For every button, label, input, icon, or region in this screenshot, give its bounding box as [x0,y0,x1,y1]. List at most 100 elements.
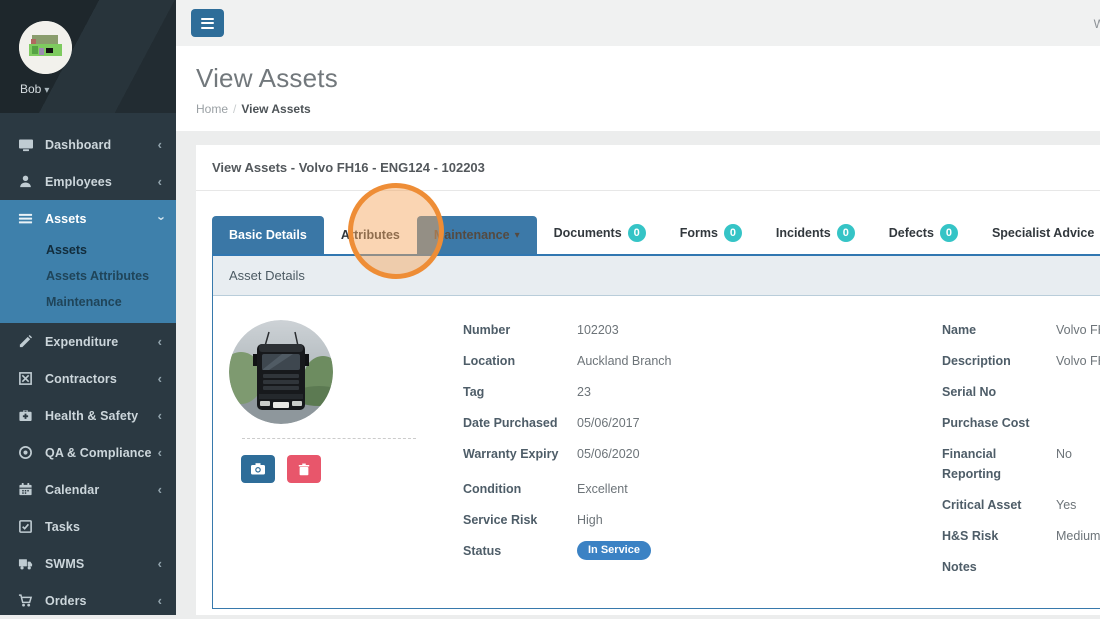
sidebar-nav: Dashboard ‹ Employees ‹ Assets ‹ Assets Assets … [0,113,176,619]
field-label: Condition [463,482,522,496]
tab-label: Defects [888,226,934,240]
person-icon [18,174,34,190]
field-value: Yes [1056,498,1077,512]
panel-spacer [212,609,1100,615]
asset-card: View Assets - Volvo FH16 - ENG124 - 1022… [196,145,1100,615]
field-value: Volvo FH16 [1056,323,1100,337]
sidebar-item-orders[interactable]: Orders ‹ [0,582,176,619]
field-value: No [1056,447,1072,461]
field-value: 05/06/2020 [577,447,640,461]
field-label: Financial Reporting [942,447,1002,481]
photo-actions [241,455,463,483]
breadcrumb-current: View Assets [241,102,311,116]
pencil-icon [18,334,34,350]
monitor-icon [18,137,34,153]
field-value: 102203 [577,323,619,337]
field-label: Serial No [942,385,997,399]
tabs-wrap: Basic Details Attributes Maintenance ▾ Docum… [196,191,1100,615]
sidebar-item-label: Expenditure [45,334,119,349]
tab-documents[interactable]: Documents 0 [537,212,663,254]
field-row-status: Status In Service [463,541,942,561]
asset-details-body: Number 102203 Location Auckland Branch Tag 23… [213,296,1100,608]
sidebar: Bob ▾ Dashboard ‹ Employees ‹ Assets ‹ Assets As… [0,0,176,615]
field-row-warranty-expiry: Warranty Expiry 05/06/2020 [463,444,942,464]
caret-down-icon: ▾ [514,229,520,241]
field-row-financial-reporting: Financial Reporting No [942,444,1100,484]
delete-photo-button[interactable] [287,455,321,483]
content: View Assets - Volvo FH16 - ENG124 - 1022… [176,131,1100,615]
chevron-left-icon: ‹ [157,334,162,349]
tab-forms[interactable]: Forms 0 [663,212,759,254]
field-row-description: Description Volvo FH16 [942,351,1100,371]
field-value: Volvo FH16 [1056,354,1100,368]
breadcrumb-home-link[interactable]: Home [196,102,228,116]
user-avatar[interactable] [19,21,72,74]
sidebar-subitem-assets[interactable]: Assets [0,237,176,263]
field-row-serial-no: Serial No [942,382,1100,402]
sidebar-item-assets[interactable]: Assets ‹ [0,200,176,237]
chevron-down-icon: ▾ [44,85,50,96]
breadcrumb: Home / View Assets [196,102,1080,116]
chevron-left-icon: ‹ [157,556,162,571]
chevron-left-icon: ‹ [157,174,162,189]
tab-count-badge: 0 [836,224,855,242]
field-row-notes: Notes [942,557,1100,577]
upload-photo-button[interactable] [241,455,275,483]
field-label: Service Risk [463,513,538,527]
sidebar-header: Bob ▾ [0,0,176,113]
chevron-left-icon: ‹ [157,371,162,386]
field-label: Critical Asset [942,498,1022,512]
chevron-left-icon: ‹ [157,482,162,497]
sidebar-item-dashboard[interactable]: Dashboard ‹ [0,126,176,163]
sidebar-item-employees[interactable]: Employees ‹ [0,163,176,200]
field-label: Status [463,544,502,558]
sidebar-item-label: Contractors [45,371,117,386]
asset-fields-left: Number 102203 Location Auckland Branch Tag 23… [463,320,942,572]
cart-icon [18,593,34,609]
tab-defects[interactable]: Defects 0 [872,212,975,254]
topbar: W [176,0,1100,46]
sidebar-subitem-maintenance[interactable]: Maintenance [0,289,176,315]
sidebar-toggle-button[interactable] [191,9,224,37]
medkit-icon [18,408,34,424]
tab-label: Maintenance [433,228,510,242]
tab-label: Specialist Advice [991,226,1095,240]
tab-specialist-advice[interactable]: Specialist Advice0 [975,212,1100,254]
sidebar-item-label: SWMS [45,556,85,571]
trash-icon [298,463,310,475]
chevron-left-icon: ‹ [157,445,162,460]
sidebar-item-label: Calendar [45,482,100,497]
field-row-purchase-cost: Purchase Cost [942,413,1100,433]
tab-label: Documents [553,226,622,240]
target-icon [18,445,34,461]
user-menu[interactable]: Bob ▾ [20,82,49,96]
sidebar-item-swms[interactable]: SWMS ‹ [0,545,176,582]
tab-basic-details[interactable]: Basic Details [212,216,324,254]
sidebar-item-contractors[interactable]: Contractors ‹ [0,360,176,397]
field-row-tag: Tag 23 [463,382,942,402]
calendar-icon [18,482,34,498]
page-header: View Assets Home / View Assets [176,46,1100,131]
sidebar-item-label: Dashboard [45,137,112,152]
sidebar-item-tasks[interactable]: Tasks [0,508,176,545]
sidebar-item-expenditure[interactable]: Expenditure ‹ [0,323,176,360]
tab-incidents[interactable]: Incidents 0 [759,212,872,254]
sidebar-item-health-safety[interactable]: Health & Safety ‹ [0,397,176,434]
box-x-icon [18,371,34,387]
sidebar-item-qa-compliance[interactable]: QA & Compliance ‹ [0,434,176,471]
tab-attributes[interactable]: Attributes [324,216,417,254]
sidebar-subitem-assets-attributes[interactable]: Assets Attributes [0,263,176,289]
sidebar-item-label: Employees [45,174,112,189]
asset-photo-column [229,320,463,483]
tab-label: Basic Details [229,228,307,242]
asset-photo [229,320,333,424]
sidebar-item-calendar[interactable]: Calendar ‹ [0,471,176,508]
field-row-critical-asset: Critical Asset Yes [942,495,1100,515]
sidebar-item-label: Assets [45,211,87,226]
field-label: Location [463,354,516,368]
tab-maintenance[interactable]: Maintenance ▾ [416,216,537,254]
field-value: Medium [1056,529,1100,543]
field-row-h-s-risk: H&S Risk Medium [942,526,1100,546]
field-row-date-purchased: Date Purchased 05/06/2017 [463,413,942,433]
field-label: Date Purchased [463,416,558,430]
